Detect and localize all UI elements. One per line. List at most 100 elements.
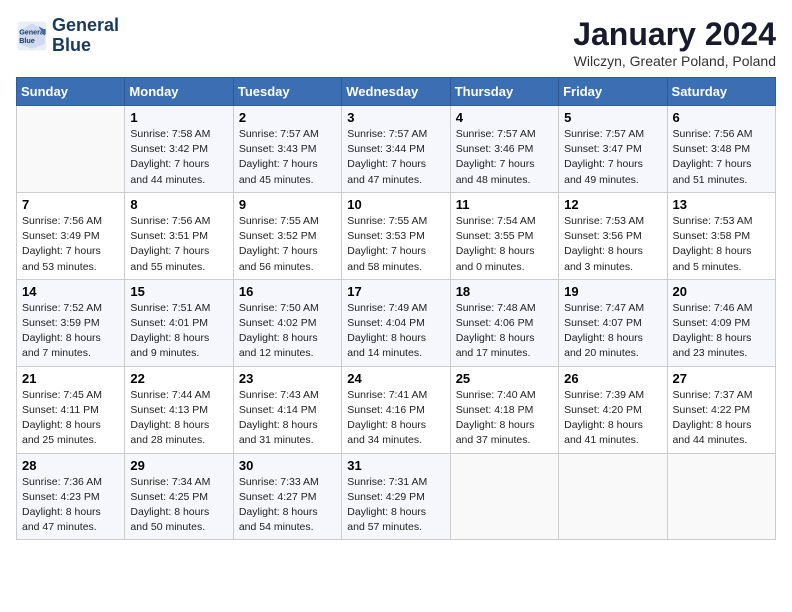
day-info: Sunrise: 7:39 AMSunset: 4:20 PMDaylight:… <box>564 388 661 449</box>
day-number: 11 <box>456 197 553 212</box>
day-info: Sunrise: 7:40 AMSunset: 4:18 PMDaylight:… <box>456 388 553 449</box>
weekday-header-monday: Monday <box>125 78 233 106</box>
day-info: Sunrise: 7:34 AMSunset: 4:25 PMDaylight:… <box>130 475 227 536</box>
day-number: 25 <box>456 371 553 386</box>
day-number: 14 <box>22 284 119 299</box>
day-number: 16 <box>239 284 336 299</box>
calendar-cell: 2 Sunrise: 7:57 AMSunset: 3:43 PMDaylight… <box>233 106 341 193</box>
title-block: January 2024 Wilczyn, Greater Poland, Po… <box>573 16 776 69</box>
calendar-cell: 30Sunrise: 7:33 AMSunset: 4:27 PMDayligh… <box>233 453 341 540</box>
day-number: 28 <box>22 458 119 473</box>
day-number: 7 <box>22 197 119 212</box>
calendar-cell: 21 Sunrise: 7:45 AMSunset: 4:11 PMDayligh… <box>17 366 125 453</box>
day-info: Sunrise: 7:57 AMSunset: 3:44 PMDaylight:… <box>347 127 444 188</box>
calendar-cell: 26 Sunrise: 7:39 AMSunset: 4:20 PMDayligh… <box>559 366 667 453</box>
calendar-cell: 24 Sunrise: 7:41 AMSunset: 4:16 PMDayligh… <box>342 366 450 453</box>
calendar-cell: 15 Sunrise: 7:51 AMSunset: 4:01 PMDayligh… <box>125 279 233 366</box>
day-number: 18 <box>456 284 553 299</box>
calendar-cell <box>17 106 125 193</box>
weekday-header-sunday: Sunday <box>17 78 125 106</box>
day-number: 29 <box>130 458 227 473</box>
day-number: 9 <box>239 197 336 212</box>
day-number: 13 <box>673 197 770 212</box>
day-number: 6 <box>673 110 770 125</box>
day-number: 1 <box>130 110 227 125</box>
day-info: Sunrise: 7:55 AMSunset: 3:53 PMDaylight:… <box>347 214 444 275</box>
calendar-cell: 28 Sunrise: 7:36 AMSunset: 4:23 PMDayligh… <box>17 453 125 540</box>
svg-text:Blue: Blue <box>19 36 35 45</box>
calendar-cell: 8 Sunrise: 7:56 AMSunset: 3:51 PMDaylight… <box>125 192 233 279</box>
calendar-cell: 11Sunrise: 7:54 AMSunset: 3:55 PMDayligh… <box>450 192 558 279</box>
calendar-cell: 29 Sunrise: 7:34 AMSunset: 4:25 PMDayligh… <box>125 453 233 540</box>
day-info: Sunrise: 7:47 AMSunset: 4:07 PMDaylight:… <box>564 301 661 362</box>
day-number: 20 <box>673 284 770 299</box>
day-number: 4 <box>456 110 553 125</box>
logo-text-block: General Blue <box>52 16 119 56</box>
day-info: Sunrise: 7:53 AMSunset: 3:58 PMDaylight:… <box>673 214 770 275</box>
calendar-table: SundayMondayTuesdayWednesdayThursdayFrid… <box>16 77 776 540</box>
day-info: Sunrise: 7:57 AMSunset: 3:47 PMDaylight:… <box>564 127 661 188</box>
day-number: 17 <box>347 284 444 299</box>
month-title: January 2024 <box>573 16 776 53</box>
day-info: Sunrise: 7:57 AMSunset: 3:43 PMDaylight:… <box>239 127 336 188</box>
day-number: 3 <box>347 110 444 125</box>
logo-text: General Blue <box>52 16 119 56</box>
calendar-cell: 22 Sunrise: 7:44 AMSunset: 4:13 PMDayligh… <box>125 366 233 453</box>
day-info: Sunrise: 7:56 AMSunset: 3:49 PMDaylight:… <box>22 214 119 275</box>
day-number: 12 <box>564 197 661 212</box>
day-number: 27 <box>673 371 770 386</box>
day-number: 21 <box>22 371 119 386</box>
calendar-cell: 17 Sunrise: 7:49 AMSunset: 4:04 PMDayligh… <box>342 279 450 366</box>
day-info: Sunrise: 7:56 AMSunset: 3:51 PMDaylight:… <box>130 214 227 275</box>
calendar-cell <box>667 453 775 540</box>
calendar-cell: 9 Sunrise: 7:55 AMSunset: 3:52 PMDaylight… <box>233 192 341 279</box>
day-info: Sunrise: 7:33 AMSunset: 4:27 PMDaylight:… <box>239 475 336 536</box>
day-info: Sunrise: 7:41 AMSunset: 4:16 PMDaylight:… <box>347 388 444 449</box>
calendar-cell: 12 Sunrise: 7:53 AMSunset: 3:56 PMDayligh… <box>559 192 667 279</box>
day-info: Sunrise: 7:58 AMSunset: 3:42 PMDaylight:… <box>130 127 227 188</box>
calendar-cell: 18 Sunrise: 7:48 AMSunset: 4:06 PMDayligh… <box>450 279 558 366</box>
day-number: 22 <box>130 371 227 386</box>
day-number: 26 <box>564 371 661 386</box>
location: Wilczyn, Greater Poland, Poland <box>573 53 776 69</box>
calendar-cell: 27 Sunrise: 7:37 AMSunset: 4:22 PMDayligh… <box>667 366 775 453</box>
day-info: Sunrise: 7:57 AMSunset: 3:46 PMDaylight:… <box>456 127 553 188</box>
day-info: Sunrise: 7:50 AMSunset: 4:02 PMDaylight:… <box>239 301 336 362</box>
day-info: Sunrise: 7:36 AMSunset: 4:23 PMDaylight:… <box>22 475 119 536</box>
day-info: Sunrise: 7:45 AMSunset: 4:11 PMDaylight:… <box>22 388 119 449</box>
day-info: Sunrise: 7:48 AMSunset: 4:06 PMDaylight:… <box>456 301 553 362</box>
day-info: Sunrise: 7:51 AMSunset: 4:01 PMDaylight:… <box>130 301 227 362</box>
day-info: Sunrise: 7:37 AMSunset: 4:22 PMDaylight:… <box>673 388 770 449</box>
weekday-header-row: SundayMondayTuesdayWednesdayThursdayFrid… <box>17 78 776 106</box>
calendar-week-row: 28 Sunrise: 7:36 AMSunset: 4:23 PMDayligh… <box>17 453 776 540</box>
weekday-header-thursday: Thursday <box>450 78 558 106</box>
day-number: 8 <box>130 197 227 212</box>
day-info: Sunrise: 7:53 AMSunset: 3:56 PMDaylight:… <box>564 214 661 275</box>
day-info: Sunrise: 7:49 AMSunset: 4:04 PMDaylight:… <box>347 301 444 362</box>
day-info: Sunrise: 7:43 AMSunset: 4:14 PMDaylight:… <box>239 388 336 449</box>
day-number: 15 <box>130 284 227 299</box>
calendar-week-row: 7 Sunrise: 7:56 AMSunset: 3:49 PMDaylight… <box>17 192 776 279</box>
day-number: 31 <box>347 458 444 473</box>
day-info: Sunrise: 7:31 AMSunset: 4:29 PMDaylight:… <box>347 475 444 536</box>
weekday-header-friday: Friday <box>559 78 667 106</box>
calendar-cell: 6Sunrise: 7:56 AMSunset: 3:48 PMDaylight… <box>667 106 775 193</box>
day-number: 24 <box>347 371 444 386</box>
day-info: Sunrise: 7:55 AMSunset: 3:52 PMDaylight:… <box>239 214 336 275</box>
calendar-cell: 14 Sunrise: 7:52 AMSunset: 3:59 PMDayligh… <box>17 279 125 366</box>
calendar-week-row: 14 Sunrise: 7:52 AMSunset: 3:59 PMDayligh… <box>17 279 776 366</box>
page-header: General Blue General Blue January 2024 W… <box>16 16 776 69</box>
weekday-header-tuesday: Tuesday <box>233 78 341 106</box>
day-info: Sunrise: 7:52 AMSunset: 3:59 PMDaylight:… <box>22 301 119 362</box>
logo: General Blue General Blue <box>16 16 119 56</box>
day-number: 19 <box>564 284 661 299</box>
calendar-cell: 25 Sunrise: 7:40 AMSunset: 4:18 PMDayligh… <box>450 366 558 453</box>
logo-icon: General Blue <box>16 20 48 52</box>
calendar-cell: 5Sunrise: 7:57 AMSunset: 3:47 PMDaylight… <box>559 106 667 193</box>
calendar-cell: 13 Sunrise: 7:53 AMSunset: 3:58 PMDayligh… <box>667 192 775 279</box>
day-info: Sunrise: 7:44 AMSunset: 4:13 PMDaylight:… <box>130 388 227 449</box>
day-number: 2 <box>239 110 336 125</box>
calendar-cell: 16 Sunrise: 7:50 AMSunset: 4:02 PMDayligh… <box>233 279 341 366</box>
calendar-cell: 31 Sunrise: 7:31 AMSunset: 4:29 PMDayligh… <box>342 453 450 540</box>
day-number: 10 <box>347 197 444 212</box>
